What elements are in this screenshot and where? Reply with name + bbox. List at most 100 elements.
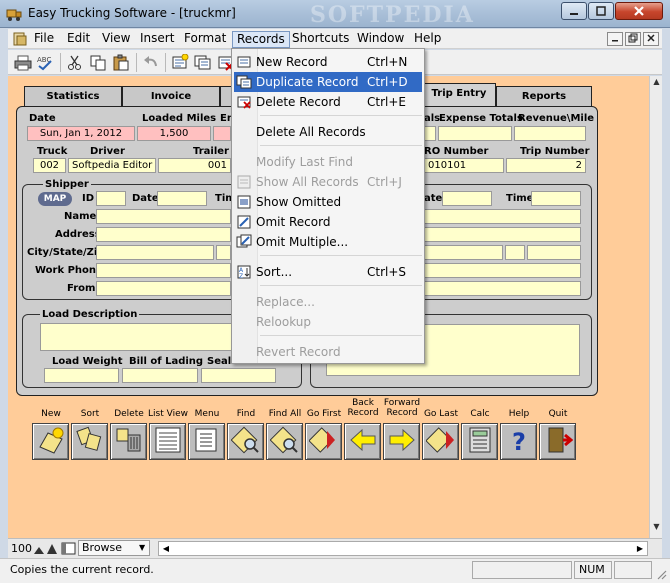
nav-button-delete[interactable] [110,423,147,460]
menu-records[interactable]: Records [232,31,290,48]
consignee-address-field[interactable] [424,227,581,242]
ro-number-field[interactable]: 010101 [424,158,504,173]
mdi-minimize-button[interactable] [607,32,623,46]
consignee-date-field[interactable] [442,191,492,206]
menu-item-delete-all-records[interactable]: Delete All Records [234,122,422,142]
nav-button-go-first[interactable] [305,423,342,460]
nav-button-find[interactable] [227,423,264,460]
minimize-button[interactable] [561,2,587,20]
menu-insert[interactable]: Insert [136,31,178,48]
nav-button-go-last[interactable] [422,423,459,460]
load-description-field[interactable] [40,323,235,351]
zoom-out-icon[interactable] [33,543,45,555]
zoom-in-icon[interactable] [46,543,58,555]
menu-item-delete-record[interactable]: Delete Record Ctrl+E [234,92,422,112]
nav-button-find-all[interactable] [266,423,303,460]
truck-field[interactable]: 002 [33,158,66,173]
new-record-toolbar-icon[interactable] [171,53,189,71]
mdi-close-button[interactable] [643,32,659,46]
nav-button-list-view[interactable] [149,423,186,460]
menu-help[interactable]: Help [410,31,445,48]
menu-item-omit-multiple[interactable]: Omit Multiple... [234,232,422,252]
document-icon[interactable] [12,31,28,47]
menu-format[interactable]: Format [180,31,230,48]
undo-icon[interactable] [142,54,160,71]
consignee-name-field[interactable] [424,209,581,224]
close-button[interactable] [615,2,663,20]
trailer-field[interactable]: 001 [158,158,231,173]
totals-field[interactable] [424,126,436,141]
partial-field[interactable] [213,126,231,141]
shipper-address-field[interactable] [96,227,231,242]
menu-item-revert-record[interactable]: Revert Record [234,342,422,362]
nav-button-back-arrow[interactable] [344,423,381,460]
shipper-name-field[interactable] [96,209,231,224]
tab-trip-entry[interactable]: Trip Entry [422,83,496,107]
consignee-phone-field[interactable] [424,263,581,278]
tab-reports[interactable]: Reports [496,86,592,107]
expense-totals-field[interactable] [438,126,512,141]
shipper-from-field[interactable] [96,281,231,296]
menu-item-new-record[interactable]: New Record Ctrl+N [234,52,422,72]
shipper-state-field[interactable] [216,245,231,260]
revenue-mile-field[interactable] [514,126,586,141]
consignee-zip-field[interactable] [527,245,581,260]
shipper-id-field[interactable] [96,191,126,206]
scroll-right-icon[interactable]: ▶ [633,542,647,555]
nav-button-help[interactable]: ? [500,423,537,460]
menu-item-sort[interactable]: A Z Sort... Ctrl+S [234,262,422,282]
map-button[interactable]: MAP [38,192,72,206]
menu-view[interactable]: View [98,31,134,48]
menu-edit[interactable]: Edit [63,31,94,48]
menu-window[interactable]: Window [353,31,408,48]
nav-button-quit-door[interactable] [539,423,576,460]
nav-button-forward-arrow[interactable] [383,423,420,460]
loaded-miles-field[interactable]: 1,500 [137,126,211,141]
consignee-time-field[interactable] [531,191,581,206]
status-area-icon[interactable] [61,542,76,555]
cut-icon[interactable] [66,54,84,71]
nav-button-new[interactable] [32,423,69,460]
paste-icon[interactable] [112,54,130,71]
tab-statistics[interactable]: Statistics [24,86,122,107]
zoom-level[interactable]: 100 [11,542,32,555]
nav-button-sort[interactable] [71,423,108,460]
menu-item-duplicate-record[interactable]: Duplicate Record Ctrl+D [234,72,422,92]
shipper-date-field[interactable] [157,191,207,206]
driver-field[interactable]: Softpedia Editor [68,158,156,173]
scroll-down-icon[interactable]: ▼ [651,522,662,536]
print-icon[interactable] [14,54,32,71]
scroll-left-icon[interactable]: ◀ [159,542,173,555]
maximize-button[interactable] [588,2,614,20]
menu-item-modify-last-find[interactable]: Modify Last Find [234,152,422,172]
nav-button-calculator[interactable] [461,423,498,460]
bill-of-lading-field[interactable] [122,368,198,383]
spell-check-icon[interactable]: ABC [36,54,54,71]
mode-select[interactable]: Browse ▼ [78,540,150,556]
consignee-state-field[interactable] [505,245,525,260]
seal-field[interactable] [201,368,276,383]
copy-icon[interactable] [89,54,107,71]
tab-invoice[interactable]: Invoice [122,86,220,107]
horizontal-scrollbar[interactable]: ◀ ▶ [158,541,648,556]
shipper-phone-field[interactable] [96,263,231,278]
trip-number-field[interactable]: 2 [506,158,586,173]
menu-item-show-all-records[interactable]: Show All Records Ctrl+J [234,172,422,192]
nav-button-menu[interactable] [188,423,225,460]
menu-item-replace[interactable]: Replace... [234,292,422,312]
menu-item-show-omitted[interactable]: Show Omitted [234,192,422,212]
menu-file[interactable]: File [30,31,58,48]
consignee-from-field[interactable] [424,281,581,296]
mdi-restore-button[interactable] [625,32,641,46]
scroll-up-icon[interactable]: ▲ [651,77,662,91]
menu-shortcuts[interactable]: Shortcuts [288,31,353,48]
menu-item-relookup[interactable]: Relookup [234,312,422,332]
vertical-scrollbar[interactable]: ▲ ▼ [649,76,662,538]
duplicate-record-toolbar-icon[interactable] [194,54,212,71]
shipper-city-field[interactable] [96,245,214,260]
resize-grip-icon[interactable] [655,568,667,580]
load-weight-field[interactable] [44,368,119,383]
date-field[interactable]: Sun, Jan 1, 2012 [27,126,135,141]
consignee-city-field[interactable] [424,245,503,260]
menu-item-omit-record[interactable]: Omit Record [234,212,422,232]
